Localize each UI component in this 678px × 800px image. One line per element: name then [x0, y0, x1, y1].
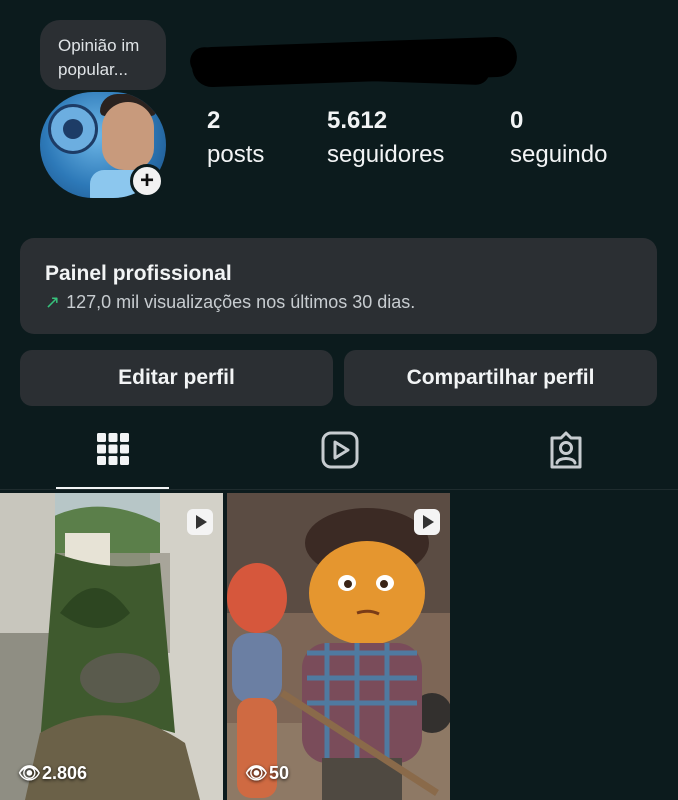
stat-followers[interactable]: 5.612 seguidores [327, 104, 444, 172]
eye-icon: 👁 [245, 763, 268, 783]
avatar-face [102, 102, 154, 170]
trend-up-arrow-icon: ↗ [45, 292, 61, 312]
professional-dashboard-subtitle: 127,0 mil visualizações nos últimos 30 d… [66, 292, 416, 312]
post-1-image [0, 493, 223, 800]
stat-followers-label: seguidores [327, 141, 445, 168]
stat-following[interactable]: 0 seguindo [510, 104, 607, 172]
post-1-views-count: 2.806 [42, 763, 88, 783]
post-2-views: 👁50 [245, 763, 289, 784]
profile-note-text: Opinião im popular... [58, 36, 140, 79]
stat-following-count: 0 [510, 107, 524, 134]
reels-icon [321, 431, 359, 469]
share-profile-button[interactable]: Compartilhar perfil [344, 350, 657, 406]
professional-dashboard-title: Painel profissional [45, 262, 232, 285]
stat-posts-count: 2 [207, 107, 221, 134]
stat-following-label: seguindo [510, 141, 608, 168]
post-1-views: 👁2.806 [18, 763, 87, 784]
stat-followers-count: 5.612 [327, 107, 388, 134]
edit-profile-button[interactable]: Editar perfil [20, 350, 333, 406]
add-story-plus-icon[interactable]: + [130, 164, 164, 198]
post-thumbnail-1[interactable]: 👁2.806 [0, 493, 223, 800]
professional-dashboard-card[interactable]: Painel profissional ↗ 127,0 mil visualiza… [20, 238, 657, 334]
stat-posts-label: posts [207, 141, 265, 168]
stat-posts[interactable]: 2 posts [207, 104, 264, 172]
post-thumbnail-2[interactable]: 👁50 [227, 493, 450, 800]
profile-tabs [0, 418, 678, 490]
tab-grid[interactable] [0, 418, 226, 490]
tabs-divider [0, 489, 678, 490]
eye-icon: 👁 [18, 763, 41, 783]
grid-icon [97, 433, 129, 465]
reel-badge-icon [187, 509, 213, 535]
post-2-views-count: 50 [269, 763, 290, 783]
profile-note-bubble[interactable]: Opinião im popular... [40, 20, 166, 90]
tagged-user-icon [550, 431, 582, 469]
tab-reels[interactable] [226, 418, 452, 490]
tab-tagged[interactable] [452, 418, 678, 490]
reel-badge-icon [414, 509, 440, 535]
club-crest-icon [48, 104, 98, 154]
post-2-image [227, 493, 450, 800]
